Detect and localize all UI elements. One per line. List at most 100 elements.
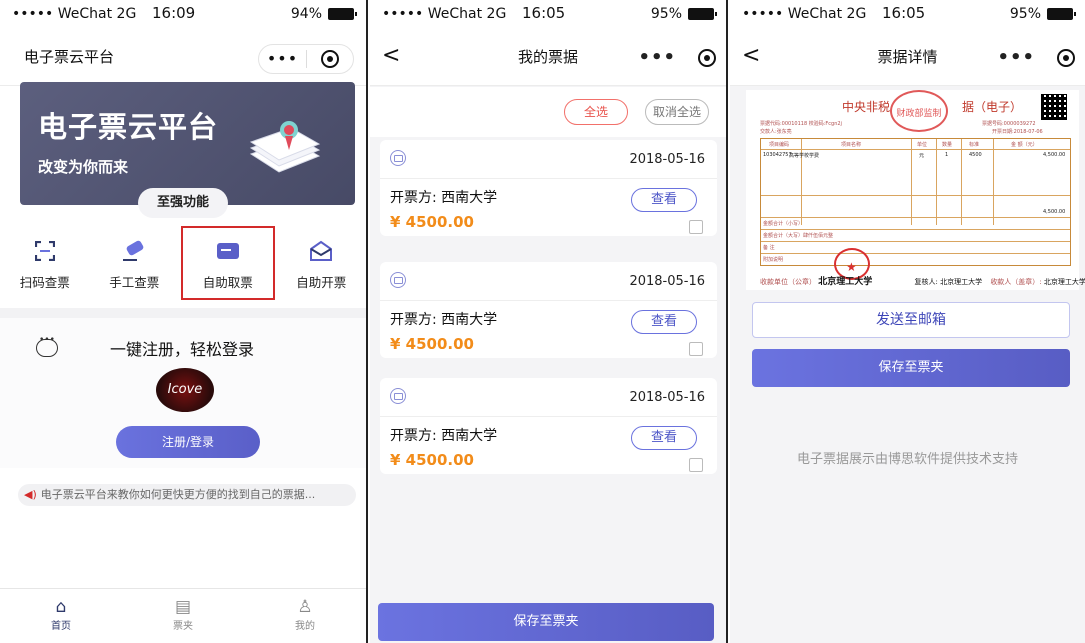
item-standard: 4500 bbox=[969, 152, 982, 158]
tab-home[interactable]: ⌂ 首页 bbox=[0, 589, 122, 643]
mail-icon bbox=[277, 240, 367, 262]
battery-icon bbox=[1047, 8, 1076, 20]
tab-label: 我的 bbox=[295, 621, 315, 632]
bill-checkbox[interactable] bbox=[689, 220, 703, 234]
section-divider bbox=[0, 308, 366, 318]
table-rule bbox=[761, 195, 1070, 196]
table-header: 项目名称 bbox=[841, 142, 862, 148]
wallet-icon: ▤ bbox=[174, 597, 192, 617]
invoice-title-right: 据（电子） bbox=[962, 100, 1023, 114]
bill-amount: ¥ 4500.00 bbox=[390, 451, 474, 469]
table-header: 金 额（元） bbox=[1011, 142, 1038, 148]
home-screen: ••••• WeChat 2G 16:09 94% 电子票云平台 ••• 电子票… bbox=[0, 0, 368, 643]
payee-right-label: 收款人（盖章）: bbox=[990, 278, 1042, 286]
payee-right: 北京理工大学 bbox=[1043, 278, 1085, 286]
table-rule bbox=[761, 253, 1070, 254]
extra-label: 附加说明 bbox=[763, 257, 784, 263]
close-mini-program-button[interactable] bbox=[307, 50, 353, 68]
table-rule bbox=[761, 149, 1070, 150]
speaker-icon: ◀) bbox=[24, 488, 37, 501]
bill-detail-screen: ••••• WeChat 2G 16:05 95% < 票据详情 ••• 中央非… bbox=[730, 0, 1085, 643]
register-title: 一键注册，轻松登录 bbox=[110, 340, 255, 359]
bill-icon bbox=[390, 388, 406, 404]
bill-payer: 开票方: 西南大学 bbox=[390, 190, 498, 206]
func-self-pickup[interactable]: 自助取票 bbox=[181, 226, 275, 300]
avatar: Icove bbox=[156, 368, 214, 412]
total-value: 4,500.00 bbox=[1043, 209, 1066, 215]
notice-bar[interactable]: ◀) 电子票云平台来教你如何更快更方便的找到自己的票据... bbox=[18, 484, 356, 506]
register-login-button[interactable]: 注册/登录 bbox=[116, 426, 260, 458]
clock: 16:09 bbox=[152, 4, 196, 22]
tab-me[interactable]: ♙ 我的 bbox=[244, 589, 366, 643]
bill-card[interactable]: 2018-05-16 开票方: 西南大学 ¥ 4500.00 查看 bbox=[380, 378, 717, 474]
card-divider bbox=[380, 300, 717, 301]
table-header: 数量 bbox=[942, 142, 953, 148]
card-divider bbox=[380, 416, 717, 417]
table-rule bbox=[761, 241, 1070, 242]
selection-row: 全选 取消全选 bbox=[370, 87, 726, 137]
scan-icon bbox=[0, 240, 90, 262]
nav-actions: ••• bbox=[997, 48, 1075, 68]
table-header: 项目编码 bbox=[769, 142, 790, 148]
ticket-icon bbox=[183, 240, 273, 262]
payer-name: 交款人:张东亮 bbox=[760, 129, 792, 135]
banner-title: 电子票云平台 bbox=[38, 110, 219, 144]
save-to-wallet-button[interactable]: 保存至票夹 bbox=[378, 603, 714, 641]
target-icon[interactable] bbox=[698, 49, 716, 67]
more-icon[interactable]: ••• bbox=[638, 48, 676, 68]
nav-bar: 电子票云平台 ••• bbox=[0, 28, 366, 86]
save-to-wallet-button[interactable]: 保存至票夹 bbox=[752, 349, 1070, 387]
tab-label: 票夹 bbox=[173, 621, 193, 632]
register-section: 一键注册，轻松登录 Icove 注册/登录 bbox=[0, 318, 366, 468]
battery-indicator: 95% bbox=[1010, 6, 1076, 22]
carrier-label: ••••• WeChat 2G bbox=[382, 6, 507, 22]
bill-icon bbox=[390, 272, 406, 288]
func-self-issue[interactable]: 自助开票 bbox=[277, 240, 367, 300]
battery-indicator: 94% bbox=[290, 6, 357, 22]
hero-banner[interactable]: 电子票云平台 改变为你而来 bbox=[20, 82, 355, 205]
chat-bubble-icon bbox=[36, 335, 58, 357]
target-icon[interactable] bbox=[1057, 49, 1075, 67]
pen-icon bbox=[90, 240, 180, 262]
bill-amount: ¥ 4500.00 bbox=[390, 213, 474, 231]
deselect-all-button[interactable]: 取消全选 bbox=[645, 99, 709, 125]
func-label: 扫码查票 bbox=[19, 275, 70, 290]
func-scan-query[interactable]: 扫码查票 bbox=[0, 240, 90, 300]
select-all-button[interactable]: 全选 bbox=[564, 99, 628, 125]
notice-text: 电子票云平台来教你如何更快更方便的找到自己的票据... bbox=[40, 488, 316, 501]
send-to-email-button[interactable]: 发送至邮箱 bbox=[752, 302, 1070, 338]
total-upper: 金额合计（大写）肆仟伍佰元整 bbox=[763, 233, 834, 239]
support-text: 电子票据展示由博思软件提供技术支持 bbox=[796, 452, 1018, 467]
register-header: 一键注册，轻松登录 bbox=[36, 335, 356, 360]
bill-checkbox[interactable] bbox=[689, 458, 703, 472]
bill-card[interactable]: 2018-05-16 开票方: 西南大学 ¥ 4500.00 查看 bbox=[380, 262, 717, 358]
qr-code-icon bbox=[1041, 94, 1067, 120]
view-button[interactable]: 查看 bbox=[631, 310, 697, 334]
battery-icon bbox=[688, 8, 717, 20]
item-code: 103042757 bbox=[763, 152, 792, 158]
bill-payer: 开票方: 西南大学 bbox=[390, 428, 498, 444]
bill-icon bbox=[390, 150, 406, 166]
func-manual-query[interactable]: 手工查票 bbox=[90, 240, 180, 300]
battery-percent: 95% bbox=[650, 6, 682, 22]
table-col-rule bbox=[911, 139, 912, 225]
view-button[interactable]: 查看 bbox=[631, 426, 697, 450]
banner-subtitle: 改变为你而来 bbox=[38, 158, 129, 176]
payee-line: 收款单位（公章） 北京理工大学 复核人: 北京理工大学 收款人（盖章）: 北京理… bbox=[760, 274, 1085, 287]
bill-checkbox[interactable] bbox=[689, 342, 703, 356]
bill-card[interactable]: 2018-05-16 开票方: 西南大学 ¥ 4500.00 查看 bbox=[380, 140, 717, 236]
more-icon[interactable]: ••• bbox=[259, 45, 306, 73]
table-col-rule bbox=[961, 139, 962, 225]
item-qty: 1 bbox=[945, 152, 949, 158]
view-button[interactable]: 查看 bbox=[631, 188, 697, 212]
clock: 16:05 bbox=[882, 4, 926, 22]
bill-amount: ¥ 4500.00 bbox=[390, 335, 474, 353]
battery-percent: 94% bbox=[290, 6, 322, 22]
invoice-table: 项目编码 项目名称 单位 数量 标准 金 额（元） 103042757 高等学校… bbox=[760, 138, 1071, 266]
card-divider bbox=[380, 178, 717, 179]
official-seal-icon: 财政部监制 bbox=[890, 90, 948, 132]
tab-wallet[interactable]: ▤ 票夹 bbox=[122, 589, 244, 643]
invoice-image[interactable]: 中央非税 财政部监制 据（电子） 票据代码:00010118 校验码:Fcgn2… bbox=[746, 90, 1085, 290]
nav-actions: ••• bbox=[638, 48, 716, 68]
more-icon[interactable]: ••• bbox=[997, 48, 1035, 68]
